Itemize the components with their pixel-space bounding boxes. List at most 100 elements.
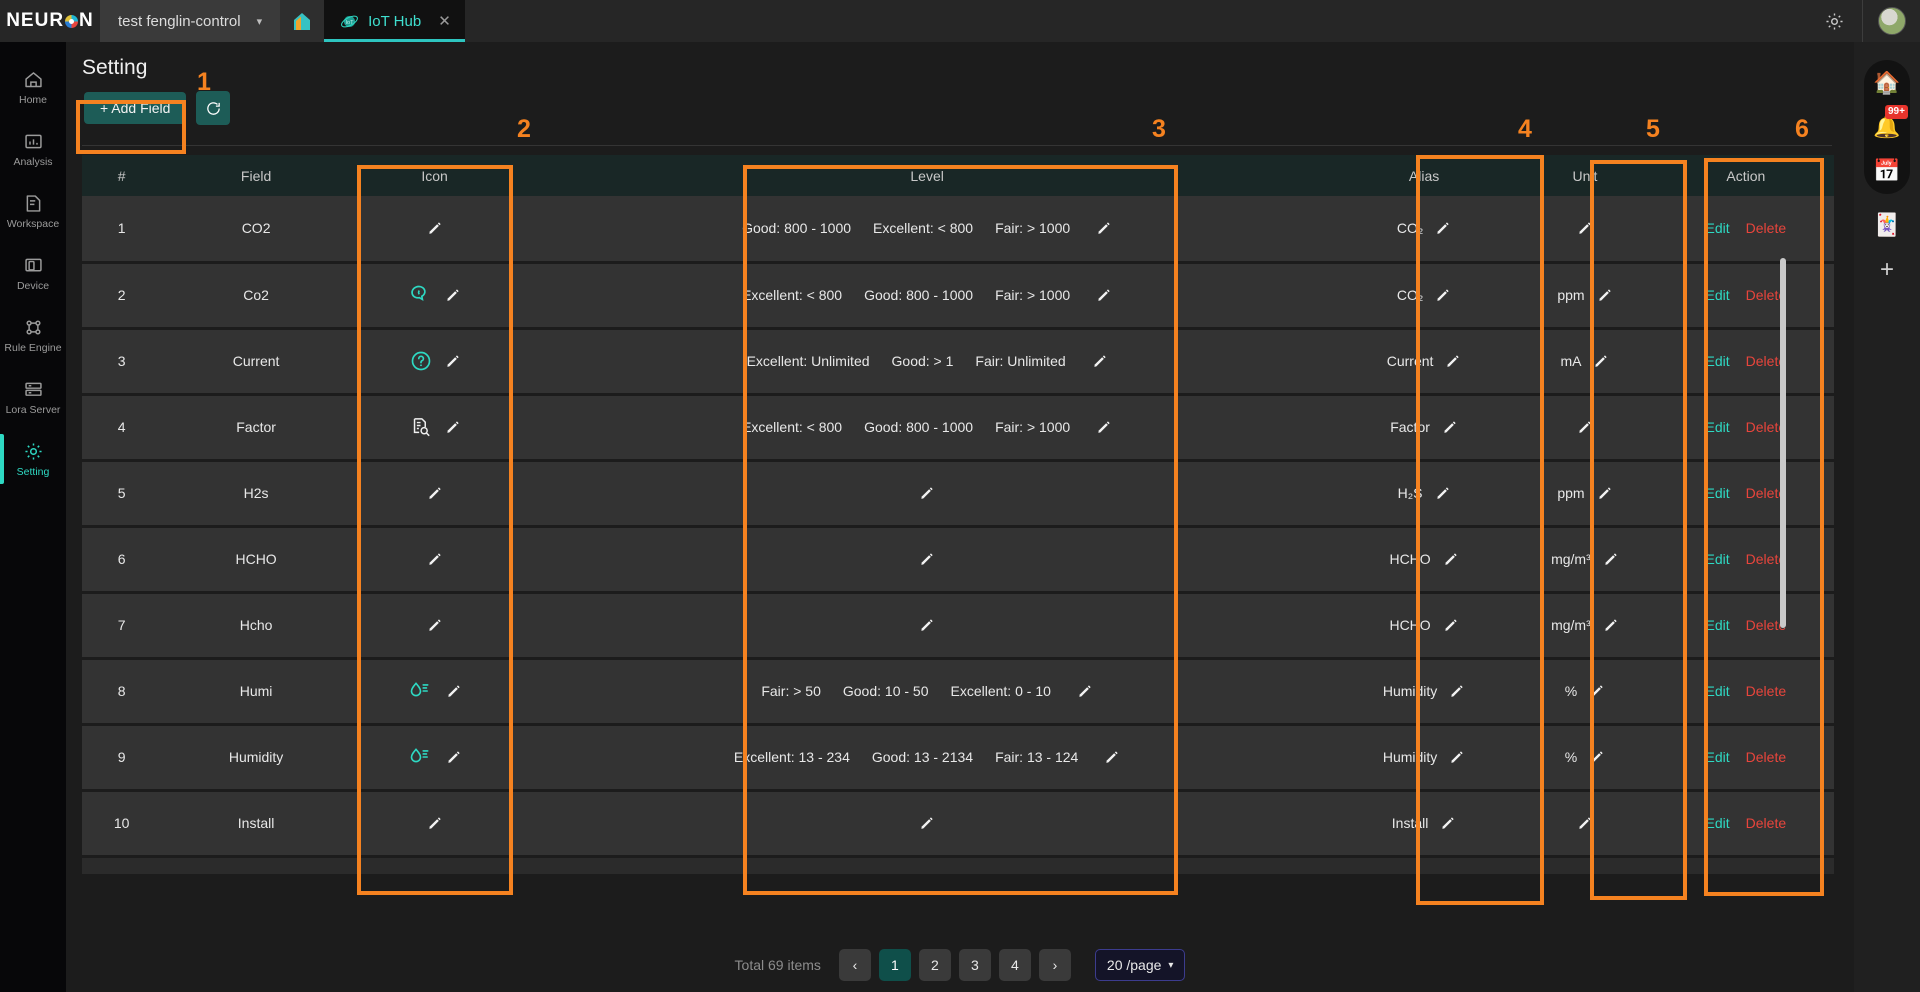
edit-pencil-icon[interactable] (1597, 287, 1613, 303)
delete-link[interactable]: Delete (1746, 749, 1786, 765)
annotation-label-3: 3 (1152, 115, 1166, 143)
cell-icon (350, 526, 519, 594)
sidebar-item-analysis[interactable]: Analysis (0, 118, 66, 180)
edit-pencil-icon[interactable] (1440, 815, 1456, 831)
edit-pencil-icon[interactable] (1096, 220, 1112, 236)
edit-pencil-icon[interactable] (919, 485, 935, 501)
edit-pencil-icon[interactable] (427, 485, 443, 501)
edit-link[interactable]: Edit (1706, 287, 1730, 303)
edit-pencil-icon[interactable] (1443, 551, 1459, 567)
edit-pencil-icon[interactable] (1449, 749, 1465, 765)
add-field-button[interactable]: + Add Field (84, 92, 187, 124)
edit-link[interactable]: Edit (1706, 485, 1730, 501)
edit-link[interactable]: Edit (1706, 419, 1730, 435)
edit-link[interactable]: Edit (1706, 353, 1730, 369)
edit-pencil-icon[interactable] (1589, 749, 1605, 765)
delete-link[interactable]: Delete (1746, 683, 1786, 699)
edit-pencil-icon[interactable] (1435, 220, 1451, 236)
edit-pencil-icon[interactable] (445, 353, 461, 369)
user-avatar-button[interactable] (1862, 0, 1920, 42)
edit-pencil-icon[interactable] (1442, 419, 1458, 435)
project-selector[interactable]: test fenglin-control ▾ (100, 0, 281, 42)
level-part-1: Excellent: < 800 (742, 287, 843, 303)
cell-field: Humidity (161, 724, 351, 792)
delete-link[interactable]: Delete (1746, 815, 1786, 831)
sidebar-item-home[interactable]: Home (0, 56, 66, 118)
pagination-prev[interactable]: ‹ (838, 949, 871, 981)
edit-pencil-icon[interactable] (1077, 683, 1093, 699)
pagination-page-3[interactable]: 3 (958, 949, 991, 981)
edit-pencil-icon[interactable] (1577, 815, 1593, 831)
close-icon[interactable]: ✕ (438, 12, 451, 30)
edit-pencil-icon[interactable] (919, 551, 935, 567)
right-rail: 🏠 🔔 99+ 📅 🃏 + (1854, 42, 1920, 992)
sidebar-item-device[interactable]: Device (0, 242, 66, 304)
home-tab[interactable] (280, 0, 325, 42)
add-widget-button[interactable]: + (1880, 256, 1894, 284)
sidebar-item-rule-engine[interactable]: Rule Engine (0, 304, 66, 366)
pagination-page-1[interactable]: 1 (878, 949, 911, 981)
sidebar-item-workspace[interactable]: Workspace (0, 180, 66, 242)
pagination: Total 69 items ‹ 1 2 3 4 › 20 /page ▾ (66, 938, 1854, 992)
pagination-next[interactable]: › (1038, 949, 1071, 981)
logo-dot-icon (65, 14, 79, 28)
edit-pencil-icon[interactable] (1443, 617, 1459, 633)
edit-pencil-icon[interactable] (445, 419, 461, 435)
card-stack-icon[interactable]: 🃏 (1872, 210, 1902, 240)
edit-link[interactable]: Edit (1706, 617, 1730, 633)
sidebar-item-lora-server[interactable]: Lora Server (0, 366, 66, 428)
edit-pencil-icon[interactable] (1577, 220, 1593, 236)
edit-link[interactable]: Edit (1706, 220, 1730, 236)
right-rail-group: 🏠 🔔 99+ 📅 (1864, 60, 1910, 194)
calendar-add-icon[interactable]: 📅 (1872, 156, 1902, 186)
edit-pencil-icon[interactable] (446, 749, 462, 765)
col-header-icon: Icon (350, 155, 519, 196)
bell-alert-icon[interactable]: 🔔 99+ (1872, 105, 1908, 142)
level-part-1: Excellent: 13 - 234 (733, 749, 850, 765)
pagination-page-4[interactable]: 4 (998, 949, 1031, 981)
edit-pencil-icon[interactable] (1445, 353, 1461, 369)
vertical-scrollbar[interactable] (1780, 258, 1786, 628)
edit-pencil-icon[interactable] (427, 551, 443, 567)
edit-pencil-icon[interactable] (1589, 683, 1605, 699)
edit-pencil-icon[interactable] (427, 220, 443, 236)
cell-icon (350, 328, 519, 396)
edit-pencil-icon[interactable] (1435, 287, 1451, 303)
edit-link[interactable]: Edit (1706, 683, 1730, 699)
edit-pencil-icon[interactable] (1092, 353, 1108, 369)
edit-pencil-icon[interactable] (427, 815, 443, 831)
edit-pencil-icon[interactable] (1096, 287, 1112, 303)
edit-pencil-icon[interactable] (1603, 551, 1619, 567)
tab-iot-hub[interactable]: IoT IoT Hub ✕ (324, 0, 465, 42)
edit-link[interactable]: Edit (1706, 749, 1730, 765)
edit-pencil-icon[interactable] (919, 815, 935, 831)
level-part-2: Good: 10 - 50 (842, 683, 929, 699)
edit-pencil-icon[interactable] (1449, 683, 1465, 699)
alias-value: HCHO (1389, 617, 1431, 633)
cell-action: Edit Delete (1657, 592, 1834, 660)
annotation-label-6: 6 (1795, 115, 1809, 143)
edit-pencil-icon[interactable] (1104, 749, 1120, 765)
notification-badge: 99+ (1885, 105, 1908, 119)
edit-pencil-icon[interactable] (1597, 485, 1613, 501)
edit-pencil-icon[interactable] (445, 287, 461, 303)
alias-value: Humidity (1382, 749, 1438, 765)
col-header-alias: Alias (1335, 155, 1513, 196)
edit-pencil-icon[interactable] (1435, 485, 1451, 501)
cell-level (518, 460, 1336, 528)
sidebar-item-setting[interactable]: Setting (0, 428, 66, 490)
edit-link[interactable]: Edit (1706, 815, 1730, 831)
edit-pencil-icon[interactable] (446, 683, 462, 699)
edit-pencil-icon[interactable] (1603, 617, 1619, 633)
edit-pencil-icon[interactable] (427, 617, 443, 633)
edit-link[interactable]: Edit (1706, 551, 1730, 567)
edit-pencil-icon[interactable] (1593, 353, 1609, 369)
edit-pencil-icon[interactable] (919, 617, 935, 633)
edit-pencil-icon[interactable] (1096, 419, 1112, 435)
delete-link[interactable]: Delete (1746, 220, 1786, 236)
settings-button[interactable] (1806, 0, 1862, 42)
page-size-select[interactable]: 20 /page ▾ (1094, 949, 1186, 981)
house-emoji-icon[interactable]: 🏠 (1872, 68, 1902, 98)
edit-pencil-icon[interactable] (1577, 419, 1593, 435)
pagination-page-2[interactable]: 2 (918, 949, 951, 981)
